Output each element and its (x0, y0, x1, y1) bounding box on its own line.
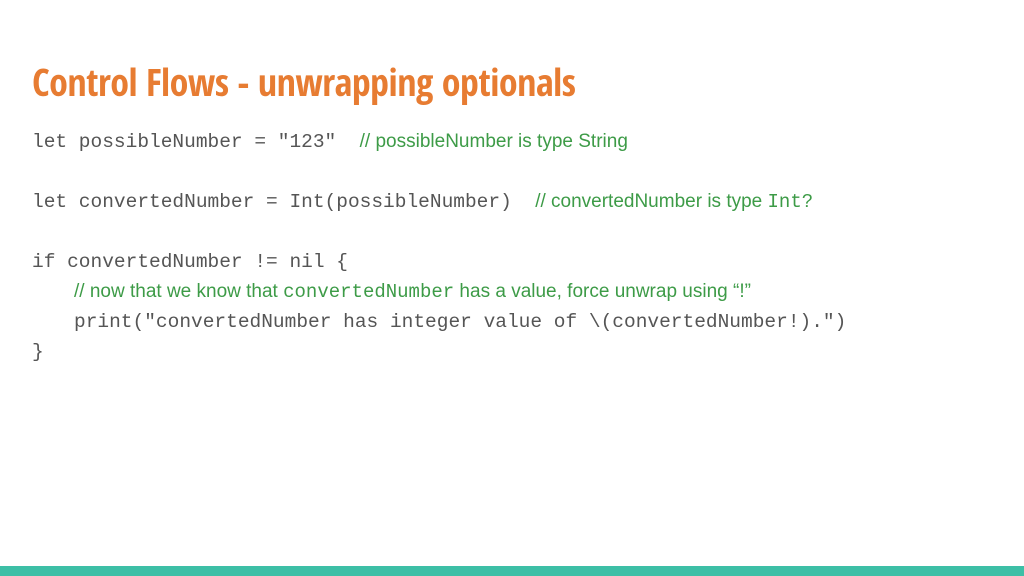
code-line-6: } (32, 342, 992, 372)
code-line-1: let possibleNumber = "123" // possibleNu… (32, 132, 992, 162)
code-text: if convertedNumber != nil { (32, 252, 348, 272)
blank-line (32, 162, 992, 192)
code-line-5: print("convertedNumber has integer value… (32, 312, 992, 342)
slide-title: Control Flows - unwrapping optionals (32, 56, 992, 108)
code-text: print("convertedNumber has integer value… (74, 312, 846, 332)
footer-accent-bar (0, 566, 1024, 576)
code-text: } (32, 342, 44, 362)
code-text: let possibleNumber = "123" (32, 132, 360, 152)
code-line-3: if convertedNumber != nil { (32, 252, 992, 282)
code-line-2: let convertedNumber = Int(possibleNumber… (32, 192, 992, 222)
comment-mono: convertedNumber (283, 281, 454, 303)
comment-text: // convertedNumber is type (535, 191, 767, 212)
code-comment: // possibleNumber is type String (360, 132, 628, 152)
code-block: let possibleNumber = "123" // possibleNu… (32, 132, 992, 372)
code-line-4: // now that we know that convertedNumber… (32, 282, 992, 312)
comment-text: “!” (733, 281, 751, 302)
code-comment: // convertedNumber is type Int? (535, 192, 813, 213)
code-text: let convertedNumber = Int(possibleNumber… (32, 192, 535, 212)
comment-mono: Int? (768, 191, 814, 213)
code-comment: // now that we know that convertedNumber… (74, 282, 751, 303)
comment-text: has a value, force unwrap using (454, 281, 733, 302)
slide: Control Flows - unwrapping optionals let… (0, 0, 1024, 576)
blank-line (32, 222, 992, 252)
comment-text: // now that we know that (74, 281, 283, 302)
